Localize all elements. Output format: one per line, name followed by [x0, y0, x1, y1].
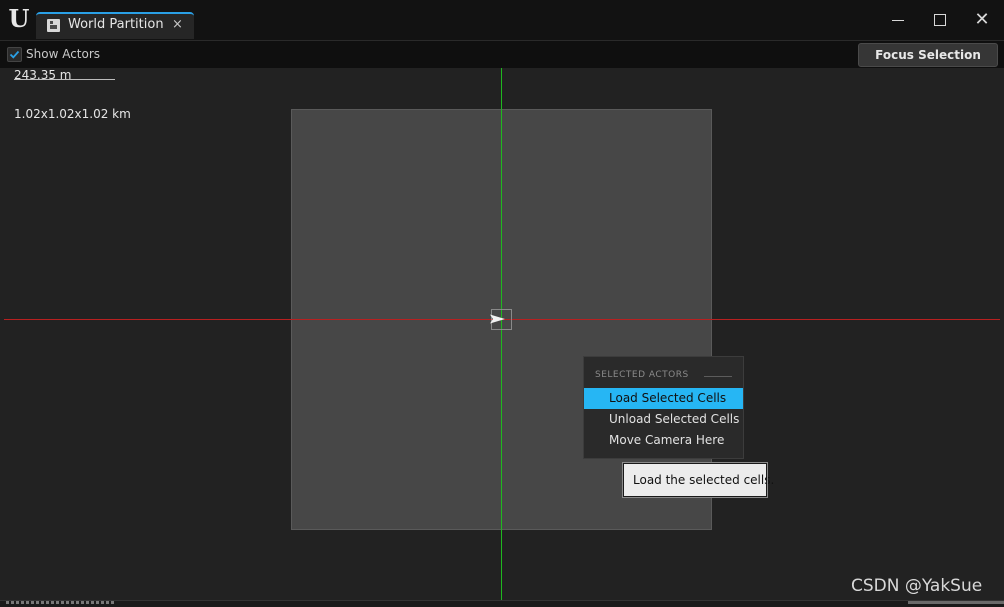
close-icon: ✕ [974, 9, 990, 30]
status-bar-fragment [908, 601, 1004, 604]
world-partition-window: U World Partition × ✕ Show Actors Focus … [0, 0, 1004, 607]
menu-item-unload-selected-cells[interactable]: Unload Selected Cells [584, 409, 743, 430]
checkmark-icon [9, 50, 20, 59]
y-axis-line [501, 68, 502, 600]
toolbar: Show Actors Focus Selection [0, 40, 1004, 69]
menu-section-heading: SELECTED ACTORS [595, 370, 689, 380]
world-partition-icon [47, 19, 60, 32]
tab-close-icon[interactable]: × [172, 17, 183, 32]
menu-item-move-camera-here[interactable]: Move Camera Here [584, 430, 743, 451]
tab-world-partition[interactable]: World Partition × [36, 12, 194, 39]
unreal-logo-icon[interactable]: U [6, 6, 32, 32]
minimize-icon [892, 20, 904, 21]
show-actors-checkbox[interactable] [7, 47, 22, 62]
maximize-icon [934, 14, 946, 26]
title-bar: U World Partition × ✕ [0, 0, 1004, 40]
minimize-button[interactable] [882, 8, 914, 32]
watermark: CSDN @YakSue [851, 576, 983, 596]
world-bounds-label: 1.02x1.02x1.02 km [14, 107, 131, 121]
maximize-button[interactable] [924, 8, 956, 32]
focus-selection-button[interactable]: Focus Selection [858, 43, 998, 67]
tab-label: World Partition [68, 17, 164, 32]
close-window-button[interactable]: ✕ [966, 8, 998, 32]
tooltip: Load the selected cells. [622, 462, 774, 498]
menu-heading-divider [704, 376, 732, 377]
context-menu: SELECTED ACTORS Load Selected Cells Unlo… [583, 356, 744, 459]
camera-location-icon [490, 314, 505, 324]
show-actors-label[interactable]: Show Actors [26, 47, 100, 61]
status-strip [0, 600, 1004, 607]
world-partition-viewport[interactable]: 243.35 m 1.02x1.02x1.02 km SELECTED ACTO… [0, 68, 1004, 600]
scale-bar [14, 79, 115, 80]
status-text-fragment [6, 601, 116, 604]
menu-item-load-selected-cells[interactable]: Load Selected Cells [584, 388, 743, 409]
